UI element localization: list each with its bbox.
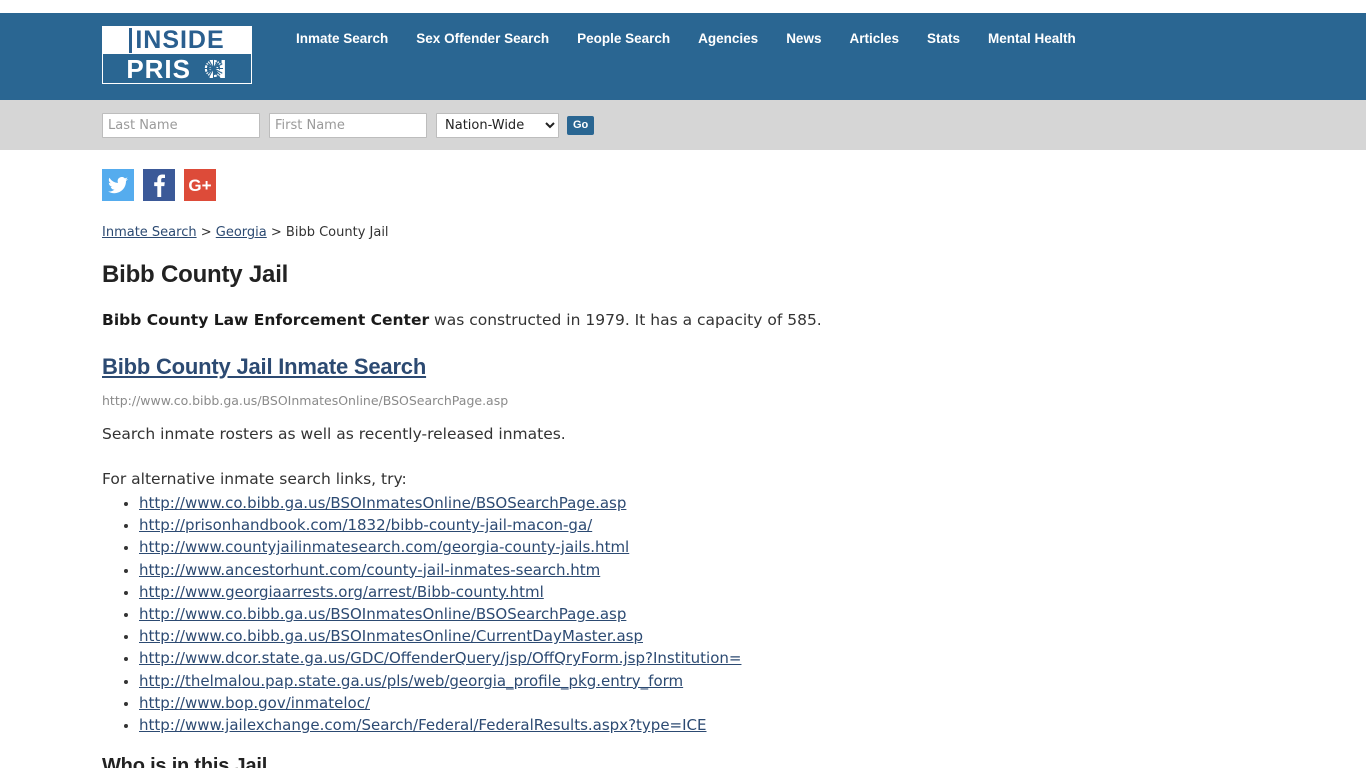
alt-link[interactable]: http://www.dcor.state.ga.us/GDC/Offender… — [139, 649, 741, 667]
page-title: Bibb County Jail — [102, 261, 289, 288]
alt-link[interactable]: http://prisonhandbook.com/1832/bibb-coun… — [139, 516, 592, 534]
alt-link[interactable]: http://www.co.bibb.ga.us/BSOInmatesOnlin… — [139, 627, 643, 645]
nav-item-news[interactable]: News — [772, 31, 835, 46]
inmate-search-note: Search inmate rosters as well as recentl… — [102, 425, 566, 443]
list-item: http://prisonhandbook.com/1832/bibb-coun… — [139, 514, 1366, 536]
list-item: http://www.dcor.state.ga.us/GDC/Offender… — [139, 647, 1366, 669]
alt-link[interactable]: http://thelmalou.pap.state.ga.us/pls/web… — [139, 672, 683, 690]
alt-link[interactable]: http://www.bop.gov/inmateloc/ — [139, 694, 370, 712]
main-navigation: Inmate Search Sex Offender Search People… — [282, 31, 1090, 46]
list-item: http://www.bop.gov/inmateloc/ — [139, 692, 1366, 714]
alt-link[interactable]: http://www.ancestorhunt.com/county-jail-… — [139, 561, 600, 579]
nav-item-people-search[interactable]: People Search — [563, 31, 684, 46]
nav-item-mental-health[interactable]: Mental Health — [974, 31, 1090, 46]
list-item: http://www.co.bibb.ga.us/BSOInmatesOnlin… — [139, 492, 1366, 514]
list-item: http://www.jailexchange.com/Search/Feder… — [139, 714, 1366, 736]
inmate-search-heading: Bibb County Jail Inmate Search — [102, 352, 1366, 380]
search-scope-select[interactable]: Nation-Wide — [436, 112, 559, 138]
alt-link[interactable]: http://www.countyjailinmatesearch.com/ge… — [139, 538, 629, 556]
twitter-icon[interactable] — [102, 169, 134, 201]
logo-top-half: INSIDE — [103, 27, 251, 54]
nav-item-agencies[interactable]: Agencies — [684, 31, 772, 46]
list-item: http://thelmalou.pap.state.ga.us/pls/web… — [139, 670, 1366, 692]
jail-description-facility-name: Bibb County Law Enforcement Center — [102, 311, 430, 329]
inmate-search-raw-url: http://www.co.bibb.ga.us/BSOInmatesOnlin… — [102, 393, 509, 408]
facebook-icon[interactable] — [143, 169, 175, 201]
breadcrumb-sep-1: > — [196, 225, 216, 240]
breadcrumb-sep-2: > — [266, 225, 286, 240]
first-name-input[interactable] — [269, 112, 427, 138]
jail-description-rest: was constructed in 1979. It has a capaci… — [429, 311, 822, 329]
nav-item-sex-offender-search[interactable]: Sex Offender Search — [402, 31, 563, 46]
alt-link[interactable]: http://www.co.bibb.ga.us/BSOInmatesOnlin… — [139, 494, 626, 512]
jail-description: Bibb County Law Enforcement Center was c… — [102, 311, 1366, 329]
list-item: http://www.georgiaarrests.org/arrest/Bib… — [139, 581, 1366, 603]
alternative-links-intro: For alternative inmate search links, try… — [102, 470, 407, 488]
list-item: http://www.co.bibb.ga.us/BSOInmatesOnlin… — [139, 625, 1366, 647]
quick-search-bar: Nation-Wide Go — [0, 100, 1366, 150]
nav-item-articles[interactable]: Articles — [835, 31, 913, 46]
googleplus-g-glyph: G+ — [188, 175, 212, 195]
list-item: http://www.ancestorhunt.com/county-jail-… — [139, 559, 1366, 581]
site-header: INSIDE PRISoN Inmate Search Sex Off — [0, 13, 1366, 100]
breadcrumb-current: Bibb County Jail — [285, 225, 389, 240]
list-item: http://www.countyjailinmatesearch.com/ge… — [139, 536, 1366, 558]
nav-item-stats[interactable]: Stats — [913, 31, 974, 46]
alt-link[interactable]: http://www.co.bibb.ga.us/BSOInmatesOnlin… — [139, 605, 626, 623]
site-logo[interactable]: INSIDE PRISoN — [102, 26, 252, 84]
breadcrumb-inmate-search[interactable]: Inmate Search — [102, 225, 197, 240]
top-white-strip — [0, 0, 1366, 13]
nav-item-inmate-search[interactable]: Inmate Search — [282, 31, 402, 46]
googleplus-icon[interactable]: G+ — [184, 169, 216, 201]
who-is-in-this-jail-heading: Who is in this Jail — [102, 755, 268, 768]
last-name-input[interactable] — [102, 112, 260, 138]
facebook-f-glyph — [154, 174, 165, 197]
breadcrumb-georgia[interactable]: Georgia — [216, 225, 267, 240]
alt-link[interactable]: http://www.georgiaarrests.org/arrest/Bib… — [139, 583, 544, 601]
breadcrumb: Inmate Search > Georgia > Bibb County Ja… — [102, 225, 1366, 240]
alternative-links-list: http://www.co.bibb.ga.us/BSOInmatesOnlin… — [102, 492, 1366, 736]
logo-bottom-half: PRISoN — [103, 54, 251, 83]
page-content: G+ Inmate Search > Georgia > Bibb County… — [0, 150, 1366, 768]
inmate-search-link[interactable]: Bibb County Jail Inmate Search — [102, 354, 426, 379]
twitter-bird-glyph — [108, 176, 128, 193]
social-share-row: G+ — [102, 169, 1366, 201]
logo-inside-text: INSIDE — [129, 28, 224, 53]
go-button[interactable]: Go — [567, 115, 595, 135]
alt-link[interactable]: http://www.jailexchange.com/Search/Feder… — [139, 716, 707, 734]
gear-ring-icon — [203, 58, 224, 79]
list-item: http://www.co.bibb.ga.us/BSOInmatesOnlin… — [139, 603, 1366, 625]
